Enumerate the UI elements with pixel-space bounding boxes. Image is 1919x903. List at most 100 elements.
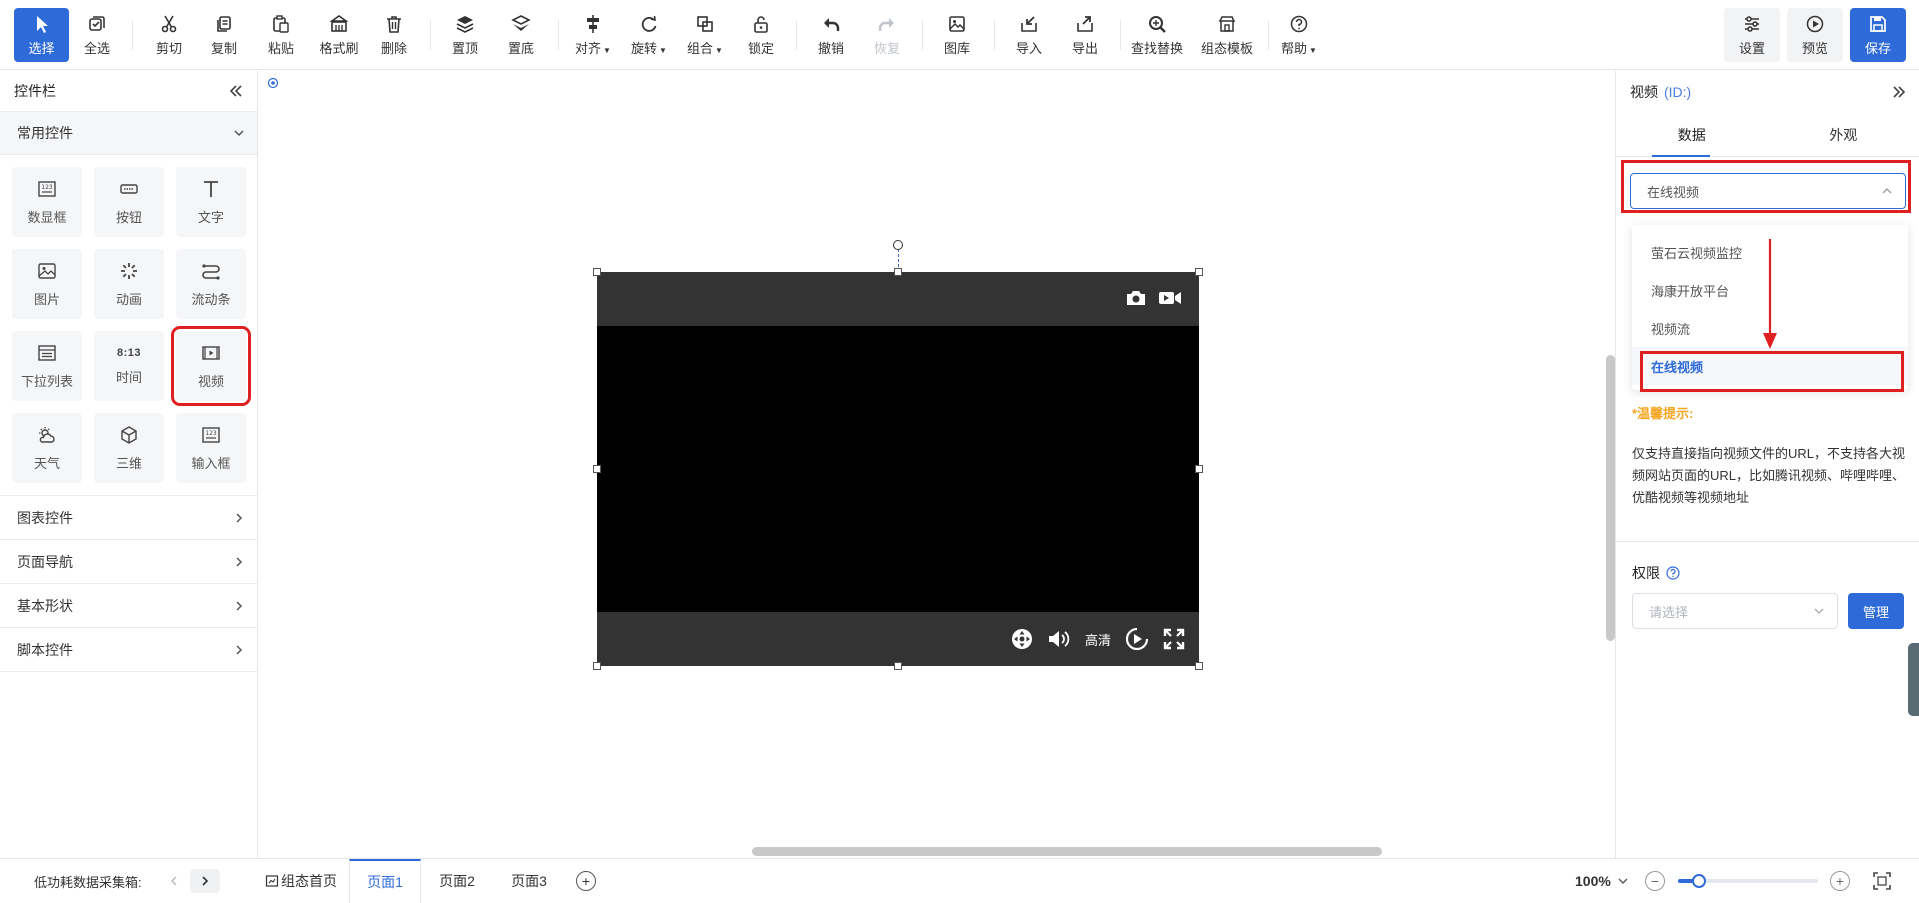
toolbar-separator: [132, 20, 133, 50]
tab-home-page[interactable]: 组态首页: [256, 859, 346, 903]
chevron-right-icon: [233, 600, 245, 612]
section-script-widgets[interactable]: 脚本控件: [0, 628, 257, 672]
permission-select[interactable]: 请选择: [1632, 593, 1838, 629]
align-icon: [583, 14, 603, 34]
widget-numeric-display[interactable]: 123 数显框: [12, 167, 82, 237]
cursor-icon: [32, 14, 52, 34]
redo-button[interactable]: 恢复: [862, 8, 912, 62]
section-common-widgets[interactable]: 常用控件: [0, 111, 257, 155]
preview-button[interactable]: 预览: [1787, 8, 1843, 62]
toolbar-separator: [796, 20, 797, 50]
tab-page-2[interactable]: 页面2: [421, 859, 493, 903]
widget-flow-bar[interactable]: 流动条: [176, 249, 246, 319]
add-page-button[interactable]: +: [576, 871, 596, 891]
select-button[interactable]: 选择: [14, 8, 69, 62]
svg-text:123: 123: [41, 184, 53, 191]
send-bottom-button[interactable]: 置底: [496, 8, 546, 62]
quality-toggle[interactable]: 高清: [1085, 630, 1111, 649]
volume-icon[interactable]: [1047, 629, 1071, 649]
weather-icon: [37, 425, 57, 445]
toolbar-separator: [994, 20, 995, 50]
help-circle-icon[interactable]: [1666, 566, 1680, 580]
numeric-display-icon: 123: [37, 179, 57, 199]
import-button[interactable]: 导入: [1004, 8, 1054, 62]
tab-appearance[interactable]: 外观: [1768, 113, 1919, 156]
resize-handle-top-left[interactable]: [593, 268, 601, 276]
resize-handle-bottom-right[interactable]: [1195, 662, 1203, 670]
manage-button[interactable]: 管理: [1848, 593, 1904, 629]
widget-video[interactable]: 视频: [176, 331, 246, 401]
rotation-handle[interactable]: [893, 240, 903, 250]
playback-icon[interactable]: [1125, 627, 1149, 651]
widget-button[interactable]: 按钮: [94, 167, 164, 237]
zoom-slider-thumb[interactable]: [1692, 874, 1706, 888]
video-source-select[interactable]: 在线视频: [1630, 173, 1906, 209]
resize-handle-top[interactable]: [894, 268, 902, 276]
chevron-up-icon: [1881, 185, 1893, 197]
zoom-in-button[interactable]: +: [1830, 871, 1850, 891]
tab-data[interactable]: 数据: [1616, 113, 1768, 156]
widget-animation[interactable]: 动画: [94, 249, 164, 319]
save-icon: [1868, 14, 1888, 34]
toolbar: 选择 全选 剪切 复制 粘贴 格式刷 删除 置顶 置底 对齐▼ 旋转▼: [0, 0, 1919, 70]
align-button[interactable]: 对齐▼: [568, 8, 618, 62]
group-button[interactable]: 组合▼: [680, 8, 730, 62]
widget-weather[interactable]: 天气: [12, 413, 82, 483]
select-all-button[interactable]: 全选: [72, 8, 122, 62]
export-button[interactable]: 导出: [1060, 8, 1110, 62]
vertical-scrollbar[interactable]: [1606, 355, 1615, 641]
copy-button[interactable]: 复制: [199, 8, 249, 62]
delete-button[interactable]: 删除: [369, 8, 419, 62]
zoom-level[interactable]: 100%: [1575, 859, 1629, 903]
home-page-icon: [265, 874, 279, 888]
widget-time[interactable]: 8:13 时间: [94, 331, 164, 401]
section-chart-widgets[interactable]: 图表控件: [0, 496, 257, 540]
format-brush-button[interactable]: 格式刷: [312, 8, 366, 62]
collapse-left-icon[interactable]: [228, 83, 244, 99]
side-drawer-handle[interactable]: [1908, 643, 1919, 716]
zoom-slider[interactable]: [1678, 879, 1818, 883]
cut-button[interactable]: 剪切: [144, 8, 194, 62]
video-widget[interactable]: 高清: [597, 272, 1199, 666]
help-button[interactable]: 帮助▼: [1274, 8, 1324, 62]
resize-handle-bottom[interactable]: [894, 662, 902, 670]
rotate-button[interactable]: 旋转▼: [624, 8, 674, 62]
next-device-button[interactable]: [190, 869, 220, 893]
widget-text[interactable]: 文字: [176, 167, 246, 237]
section-basic-shapes[interactable]: 基本形状: [0, 584, 257, 628]
canvas-origin-icon: [267, 77, 279, 89]
template-button[interactable]: 组态模板: [1196, 8, 1258, 62]
find-replace-button[interactable]: 查找替换: [1126, 8, 1188, 62]
widget-dropdown-list[interactable]: 下拉列表: [12, 331, 82, 401]
widget-image[interactable]: 图片: [12, 249, 82, 319]
widget-input-box[interactable]: 123 输入框: [176, 413, 246, 483]
horizontal-scrollbar[interactable]: [752, 847, 1382, 856]
record-video-icon[interactable]: [1158, 290, 1182, 306]
design-canvas[interactable]: 高清: [259, 71, 1614, 858]
resize-handle-left[interactable]: [593, 465, 601, 473]
lock-button[interactable]: 锁定: [736, 8, 786, 62]
zoom-out-button[interactable]: −: [1645, 871, 1665, 891]
tab-page-1[interactable]: 页面1: [349, 859, 421, 903]
save-button[interactable]: 保存: [1850, 8, 1906, 62]
undo-button[interactable]: 撤销: [806, 8, 856, 62]
ptz-control-icon[interactable]: [1011, 628, 1033, 650]
settings-button[interactable]: 设置: [1724, 8, 1780, 62]
bring-top-button[interactable]: 置顶: [440, 8, 490, 62]
gallery-button[interactable]: 图库: [932, 8, 982, 62]
resize-handle-bottom-left[interactable]: [593, 662, 601, 670]
section-page-navigation[interactable]: 页面导航: [0, 540, 257, 584]
resize-handle-right[interactable]: [1195, 465, 1203, 473]
camera-icon[interactable]: [1125, 289, 1147, 307]
collapse-right-icon[interactable]: [1891, 84, 1907, 100]
resize-handle-top-right[interactable]: [1195, 268, 1203, 276]
chevron-down-icon: [1813, 605, 1825, 617]
paste-button[interactable]: 粘贴: [256, 8, 306, 62]
image-icon: [37, 261, 57, 281]
tab-page-3[interactable]: 页面3: [493, 859, 565, 903]
widget-3d[interactable]: 三维: [94, 413, 164, 483]
fullscreen-icon[interactable]: [1163, 628, 1185, 650]
prev-device-button[interactable]: [159, 869, 189, 893]
fit-screen-icon[interactable]: [1873, 872, 1891, 890]
page-bar: 低功耗数据采集箱: 组态首页 页面1 页面2 页面3 + 100% − +: [0, 858, 1919, 902]
